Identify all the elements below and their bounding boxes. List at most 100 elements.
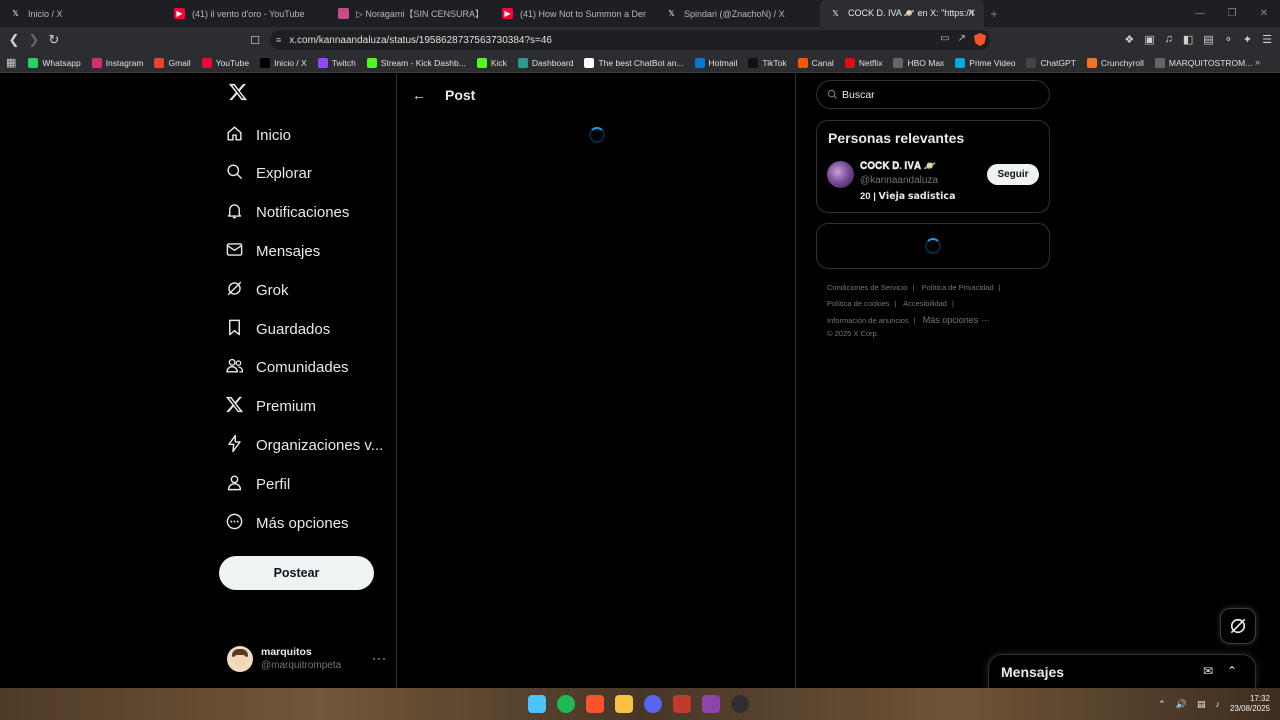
follow-button[interactable]: Seguir <box>987 164 1039 185</box>
menu-icon[interactable]: ☰ <box>1262 33 1272 46</box>
file-explorer-icon[interactable] <box>615 695 633 713</box>
bookmark-item[interactable]: Inicio / X <box>260 57 307 68</box>
nav-item-mensajes[interactable]: Mensajes <box>225 238 320 264</box>
nav-item-guardados[interactable]: Guardados <box>225 316 330 342</box>
person-handle[interactable]: @kannaandaluza <box>860 175 938 186</box>
site-settings-icon[interactable]: ≡ <box>276 35 281 45</box>
bookmark-page-icon[interactable]: ☐ <box>245 30 265 50</box>
grok-floating-button[interactable] <box>1220 608 1256 644</box>
new-tab-button[interactable]: + <box>984 0 1004 27</box>
search-box[interactable] <box>816 80 1050 109</box>
nav-item-comunidades[interactable]: Comunidades <box>225 355 349 381</box>
bookmark-item[interactable]: HBO Max <box>893 57 944 68</box>
x-logo-icon[interactable] <box>225 82 251 108</box>
network-icon[interactable]: ▤ <box>1197 699 1206 710</box>
bookmark-item[interactable]: ChatGPT <box>1026 57 1076 68</box>
restore-button[interactable]: ❐ <box>1216 0 1248 27</box>
leo-icon[interactable]: ✦ <box>1243 33 1252 46</box>
nav-item-grok[interactable]: Grok <box>225 277 289 303</box>
terms-link[interactable]: Condiciones de Servicio <box>827 283 907 292</box>
relevant-person[interactable]: 𝐂𝐎𝐂𝐊 𝐃. 𝐈𝐕𝐀 🪐 @kannaandaluza 20 | 𝗩𝗶𝗲𝗷𝗮 … <box>827 159 1039 207</box>
bookmark-item[interactable]: Prime Video <box>955 57 1015 68</box>
bookmark-item[interactable]: TikTok <box>748 57 787 68</box>
minimize-button[interactable]: — <box>1184 0 1216 27</box>
browser-tab[interactable]: ▶ (41) How Not to Summon a Demon <box>492 0 656 27</box>
wallet-icon[interactable]: ▤ <box>1203 33 1213 46</box>
music-icon[interactable]: ♫ <box>1165 33 1173 46</box>
browser-tab[interactable]: ▶ (41) il vento d'oro - YouTube <box>164 0 328 27</box>
close-window-button[interactable]: ✕ <box>1248 0 1280 27</box>
apps-grid-icon[interactable]: ▦ <box>6 56 16 69</box>
clock[interactable]: 17:32 23/08/2025 <box>1230 694 1270 714</box>
system-tray: ⌃ 🔊 ▤ ♪ 17:32 23/08/2025 <box>1158 694 1270 714</box>
bookmark-item[interactable]: Stream - Kick Dashb... <box>366 57 466 68</box>
bookmark-item[interactable]: Crunchyroll <box>1086 57 1144 68</box>
chevron-up-icon[interactable]: ⌃ <box>1227 664 1237 678</box>
browser-tab[interactable]: 𝕏 Spindari (@ZnachoN) / X <box>656 0 820 27</box>
tab-label: COCK D. IVA 🪐 en X: "https://t <box>848 8 974 18</box>
discord-icon[interactable] <box>644 695 662 713</box>
bookmark-item[interactable]: MARQUITOSTROM... <box>1154 57 1252 68</box>
game-app-icon[interactable] <box>702 695 720 713</box>
bookmark-item[interactable]: Netflix <box>844 57 882 68</box>
post-button[interactable]: Postear <box>219 556 374 590</box>
bookmark-item[interactable]: Kick <box>476 57 507 68</box>
bookmark-item[interactable]: YouTube <box>201 57 249 68</box>
vpn-icon[interactable]: ⚬ <box>1224 33 1233 46</box>
windows-start-icon[interactable] <box>528 695 546 713</box>
nav-item-organizaciones-v[interactable]: Organizaciones v... <box>225 432 383 458</box>
more-options-link[interactable]: Más opciones ··· <box>923 315 990 325</box>
bookmark-item[interactable]: Canal <box>797 57 834 68</box>
nav-item-premium[interactable]: Premium <box>225 394 316 420</box>
account-switcher[interactable]: marquitos @marquitrompeta ··· <box>227 643 387 675</box>
bookmark-item[interactable]: Whatsapp <box>28 57 81 68</box>
tray-overflow-icon[interactable]: ⌃ <box>1158 699 1166 710</box>
browser-tab[interactable]: ▷ Noragami【SIN CENSURA】[JPN-L <box>328 0 492 27</box>
spotify-icon[interactable] <box>557 695 575 713</box>
bookmark-item[interactable]: The best ChatBot an... <box>584 57 684 68</box>
nav-item-notificaciones[interactable]: Notificaciones <box>225 200 349 226</box>
share-icon[interactable]: ↗ <box>958 33 966 46</box>
brave-shields-icon[interactable] <box>974 33 986 46</box>
extensions-icon[interactable]: ❖ <box>1124 33 1134 46</box>
messages-drawer[interactable]: Mensajes ✉ ⌃ <box>988 654 1256 688</box>
bookmark-item[interactable]: Twitch <box>317 57 356 68</box>
cast-icon[interactable]: ▭ <box>940 33 949 46</box>
volume-icon[interactable]: ♪ <box>1215 699 1220 709</box>
bookmark-item[interactable]: Dashboard <box>517 57 573 68</box>
accessibility-link[interactable]: Accesibilidad <box>903 299 947 308</box>
back-nav-icon[interactable]: ❮ <box>4 30 24 50</box>
forward-nav-icon[interactable]: ❯ <box>24 30 44 50</box>
browser-tab[interactable]: 𝕏 Inicio / X <box>0 0 164 27</box>
search-input[interactable] <box>842 88 1022 101</box>
media-app-icon[interactable] <box>673 695 691 713</box>
reload-icon[interactable]: ↻ <box>44 30 64 50</box>
screenshot-icon[interactable]: ▣ <box>1144 33 1154 46</box>
url-bar[interactable]: ≡ x.com/kannaandaluza/status/19586287375… <box>270 30 990 50</box>
nav-item-inicio[interactable]: Inicio <box>225 122 291 148</box>
privacy-link[interactable]: Política de Privacidad <box>922 283 994 292</box>
close-tab-icon[interactable]: ✕ <box>968 8 976 19</box>
post-header: ← Post <box>397 74 797 116</box>
more-icon[interactable]: ··· <box>372 651 387 665</box>
person-name[interactable]: 𝐂𝐎𝐂𝐊 𝐃. 𝐈𝐕𝐀 🪐 <box>860 161 936 172</box>
browser-tab[interactable]: 𝕏 COCK D. IVA 🪐 en X: "https://t ✕ <box>820 0 984 27</box>
brave-icon[interactable] <box>586 695 604 713</box>
bookmarks-overflow-icon[interactable]: » <box>1255 57 1260 67</box>
speaker-icon[interactable]: 🔊 <box>1176 699 1187 710</box>
obs-icon[interactable] <box>731 695 749 713</box>
new-message-icon[interactable]: ✉ <box>1203 664 1213 678</box>
footer-links: Condiciones de Servicio | Política de Pri… <box>827 283 1001 338</box>
url-text[interactable]: x.com/kannaandaluza/status/1958628737563… <box>289 35 552 46</box>
sidebar-icon[interactable]: ◧ <box>1183 33 1193 46</box>
bookmark-item[interactable]: Gmail <box>154 57 191 68</box>
nav-item-perfil[interactable]: Perfil <box>225 471 290 497</box>
cookies-link[interactable]: Política de cookies <box>827 299 890 308</box>
person-avatar[interactable] <box>827 161 854 188</box>
back-arrow-icon[interactable]: ← <box>409 85 429 105</box>
bookmark-item[interactable]: Hotmail <box>694 57 737 68</box>
ads-info-link[interactable]: Información de anuncios <box>827 316 909 325</box>
bookmark-item[interactable]: Instagram <box>91 57 143 68</box>
nav-item-más-opciones[interactable]: Más opciones <box>225 510 349 536</box>
nav-item-explorar[interactable]: Explorar <box>225 161 312 187</box>
